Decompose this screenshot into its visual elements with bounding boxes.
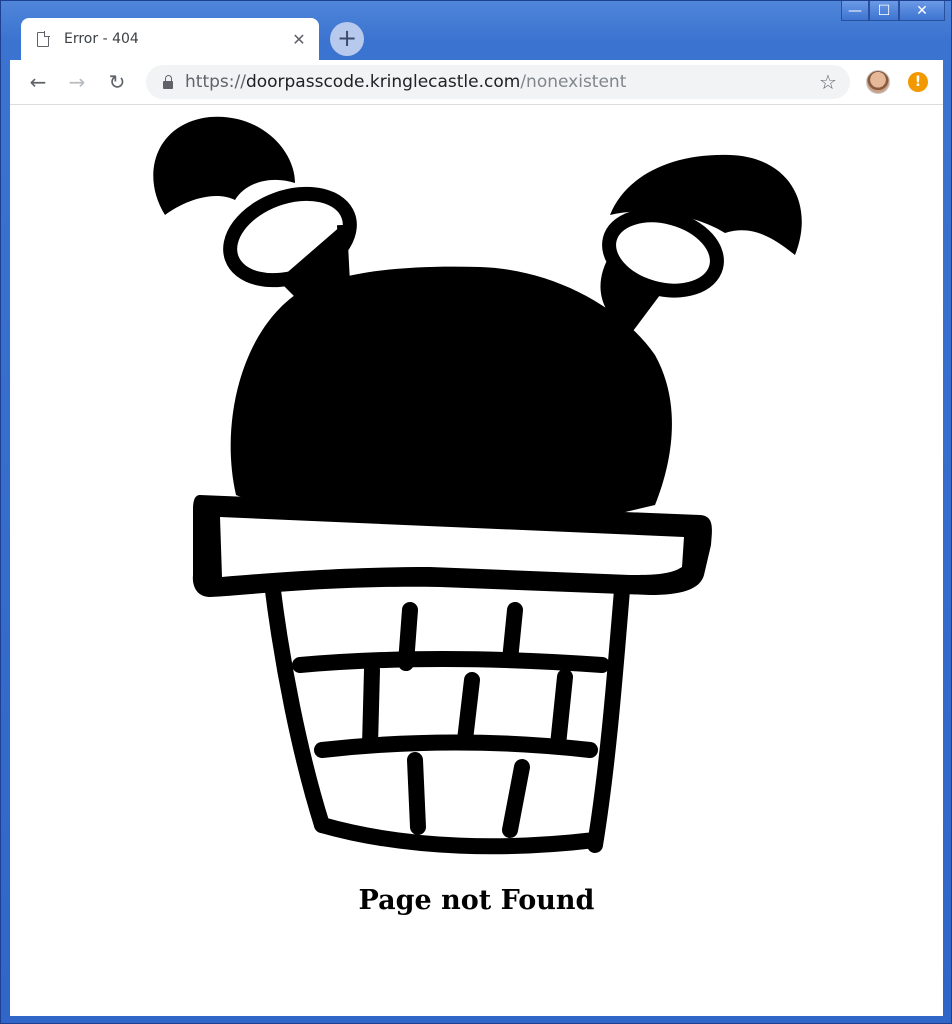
maximize-button[interactable]: ☐: [869, 1, 899, 21]
url-path: /nonexistent: [520, 72, 627, 92]
url-scheme: https://: [185, 72, 246, 92]
reload-icon[interactable]: ↻: [104, 69, 130, 95]
page-icon: [37, 31, 50, 47]
lock-icon[interactable]: [163, 75, 173, 89]
browser-toolbar: ← → ↻ https://doorpasscode.kringlecastle…: [10, 60, 943, 105]
url-text[interactable]: https://doorpasscode.kringlecastle.com/n…: [185, 72, 816, 92]
window-controls: — ☐ ✕: [841, 1, 945, 23]
cone-basket: [264, 575, 630, 855]
ice-cream-cone-icon: [153, 116, 802, 855]
tab-title: Error - 404: [64, 31, 139, 47]
bookmark-star-icon[interactable]: ☆: [816, 70, 840, 94]
tab-error-404[interactable]: Error - 404 ✕: [21, 18, 319, 60]
tab-close-icon[interactable]: ✕: [291, 30, 307, 49]
forward-icon[interactable]: →: [64, 69, 90, 95]
new-tab-button[interactable]: +: [330, 22, 364, 56]
page-not-found-message: Page not Found: [358, 885, 595, 916]
browser-window: — ☐ ✕ Error - 404 ✕ + ← → ↻ https://door…: [0, 0, 952, 1024]
close-window-button[interactable]: ✕: [899, 1, 945, 21]
warning-icon[interactable]: !: [908, 72, 928, 92]
profile-avatar[interactable]: [866, 70, 890, 94]
minimize-button[interactable]: —: [841, 1, 869, 21]
back-icon[interactable]: ←: [25, 69, 51, 95]
page-content: Page not Found: [10, 105, 943, 1016]
address-bar[interactable]: https://doorpasscode.kringlecastle.com/n…: [146, 65, 850, 99]
url-host: doorpasscode.kringlecastle.com: [245, 72, 521, 92]
